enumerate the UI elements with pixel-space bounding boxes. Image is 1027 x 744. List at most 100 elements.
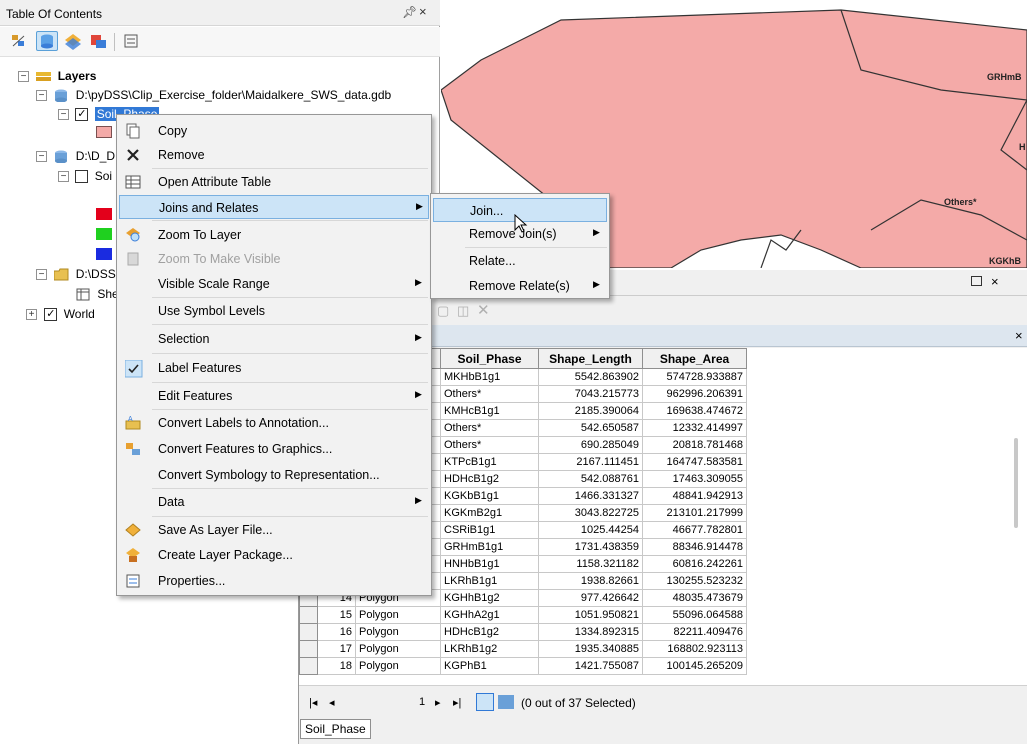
close-icon[interactable]: × xyxy=(419,4,427,19)
cell-oid[interactable]: 15 xyxy=(317,606,356,624)
tree-folder-row[interactable]: − D:\DSS xyxy=(36,264,116,284)
cell-soil-phase[interactable]: Others* xyxy=(440,419,539,437)
cell-soil-phase[interactable]: HDHcB1g2 xyxy=(440,623,539,641)
table-row[interactable]: 15 Polygon KGHhA2g1 1051.950821 55096.064588 xyxy=(299,606,747,624)
pin-icon[interactable]: 📌︎ xyxy=(402,5,417,19)
soil2-label[interactable]: Soi xyxy=(95,169,112,183)
cell-shape-area[interactable]: 962996.206391 xyxy=(642,385,747,403)
cell-shape-area[interactable]: 164747.583581 xyxy=(642,453,747,471)
world-label[interactable]: World xyxy=(64,307,95,321)
cell-shape-length[interactable]: 1158.321182 xyxy=(538,555,643,573)
previous-record-icon[interactable]: ◂ xyxy=(329,696,335,709)
options-icon[interactable] xyxy=(120,31,142,51)
list-by-drawing-order-icon[interactable] xyxy=(10,31,32,51)
cell-soil-phase[interactable]: MKHbB1g1 xyxy=(440,368,539,386)
tree-sheet-row[interactable]: She xyxy=(76,284,119,304)
cell-shape-length[interactable]: 1935.340885 xyxy=(538,640,643,658)
cell-soil-phase[interactable]: HDHcB1g2 xyxy=(440,470,539,488)
record-number[interactable]: 1 xyxy=(419,696,425,708)
cell-shape-length[interactable]: 1025.44254 xyxy=(538,521,643,539)
cell-soil-phase[interactable]: KGKmB2g1 xyxy=(440,504,539,522)
cell-soil-phase[interactable]: CSRiB1g1 xyxy=(440,521,539,539)
cell-shape[interactable]: Polygon xyxy=(355,606,441,624)
soil-symbol-swatch[interactable] xyxy=(96,126,112,138)
show-selected-records-icon[interactable] xyxy=(498,695,514,709)
cell-soil-phase[interactable]: KMHcB1g1 xyxy=(440,402,539,420)
cell-shape[interactable]: Polygon xyxy=(355,640,441,658)
submenu-item-relate[interactable]: Relate... xyxy=(433,249,607,273)
menu-item-open-attribute-table[interactable]: Open Attribute Table xyxy=(119,170,429,194)
cell-soil-phase[interactable]: KGKbB1g1 xyxy=(440,487,539,505)
menu-item-zoom-to-make-visible[interactable]: Zoom To Make Visible xyxy=(119,247,429,271)
table-row[interactable]: 17 Polygon LKRhB1g2 1935.340885 168802.92311… xyxy=(299,640,747,658)
menu-item-visible-scale-range[interactable]: Visible Scale Range ▶ xyxy=(119,272,429,296)
delete-selected-icon[interactable]: ✕ xyxy=(477,301,490,319)
cell-soil-phase[interactable]: KGHhB1g2 xyxy=(440,589,539,607)
menu-item-save-as-layer-file[interactable]: Save As Layer File... xyxy=(119,518,429,542)
cell-shape-area[interactable]: 17463.309055 xyxy=(642,470,747,488)
cell-shape-length[interactable]: 542.650587 xyxy=(538,419,643,437)
cell-soil-phase[interactable]: KTPcB1g1 xyxy=(440,453,539,471)
collapse-icon[interactable]: − xyxy=(18,71,29,83)
list-by-selection-icon[interactable] xyxy=(88,31,110,51)
menu-item-joins-and-relates[interactable]: Joins and Relates ▶ xyxy=(119,195,429,219)
cell-soil-phase[interactable]: LKRhB1g2 xyxy=(440,640,539,658)
submenu-item-remove-relate-s[interactable]: Remove Relate(s) ▶ xyxy=(433,274,607,298)
tree-layers-row[interactable]: − Layers xyxy=(18,66,96,86)
layer-visibility-checkbox[interactable]: ✓ xyxy=(75,108,89,122)
row-selector[interactable] xyxy=(299,657,318,675)
cell-shape-area[interactable]: 574728.933887 xyxy=(642,368,747,386)
collapse-icon[interactable]: − xyxy=(58,109,69,121)
maximize-icon[interactable] xyxy=(971,276,982,286)
cell-shape-length[interactable]: 690.285049 xyxy=(538,436,643,454)
cell-shape-area[interactable]: 82211.409476 xyxy=(642,623,747,641)
cell-shape-length[interactable]: 1466.331327 xyxy=(538,487,643,505)
row-selector[interactable] xyxy=(299,606,318,624)
column-header-shape-length[interactable]: Shape_Length xyxy=(538,348,643,369)
cell-shape-area[interactable]: 100145.265209 xyxy=(642,657,747,675)
cell-shape-area[interactable]: 169638.474672 xyxy=(642,402,747,420)
menu-item-convert-features-to-graphics[interactable]: Convert Features to Graphics... xyxy=(119,437,429,461)
cell-shape-length[interactable]: 1731.438359 xyxy=(538,538,643,556)
table-row[interactable]: 16 Polygon HDHcB1g2 1334.892315 82211.409476 xyxy=(299,623,747,641)
tab-soil-phase[interactable]: Soil_Phase xyxy=(300,719,371,739)
collapse-icon[interactable]: − xyxy=(36,90,47,102)
cell-shape-area[interactable]: 60816.242261 xyxy=(642,555,747,573)
cell-shape[interactable]: Polygon xyxy=(355,657,441,675)
cell-shape-area[interactable]: 213101.217999 xyxy=(642,504,747,522)
cell-shape-length[interactable]: 542.088761 xyxy=(538,470,643,488)
tree-soil2-row[interactable]: − Soi xyxy=(58,166,112,186)
cell-shape-area[interactable]: 12332.414997 xyxy=(642,419,747,437)
cell-shape-length[interactable]: 7043.215773 xyxy=(538,385,643,403)
cell-soil-phase[interactable]: Others* xyxy=(440,385,539,403)
menu-item-zoom-to-layer[interactable]: Zoom To Layer xyxy=(119,223,429,247)
cell-shape-area[interactable]: 55096.064588 xyxy=(642,606,747,624)
cell-shape-area[interactable]: 48035.473679 xyxy=(642,589,747,607)
menu-item-use-symbol-levels[interactable]: Use Symbol Levels xyxy=(119,299,429,323)
column-header-shape-area[interactable]: Shape_Area xyxy=(642,348,747,369)
cell-shape-area[interactable]: 168802.923113 xyxy=(642,640,747,658)
vertical-scrollbar[interactable] xyxy=(1014,438,1018,528)
cell-shape-length[interactable]: 3043.822725 xyxy=(538,504,643,522)
cell-soil-phase[interactable]: GRHmB1g1 xyxy=(440,538,539,556)
switch-selection-icon[interactable]: ▢ xyxy=(437,303,449,319)
menu-item-copy[interactable]: Copy xyxy=(119,119,429,143)
menu-item-create-layer-package[interactable]: Create Layer Package... xyxy=(119,543,429,567)
cell-shape[interactable]: Polygon xyxy=(355,623,441,641)
table-row[interactable]: 18 Polygon KGPhB1 1421.755087 100145.265209 xyxy=(299,657,747,675)
cell-shape-length[interactable]: 1051.950821 xyxy=(538,606,643,624)
menu-item-properties[interactable]: Properties... xyxy=(119,569,429,593)
tree-world-row[interactable]: + ✓ World xyxy=(26,304,95,324)
cell-soil-phase[interactable]: KGPhB1 xyxy=(440,657,539,675)
cell-shape-length[interactable]: 2167.111451 xyxy=(538,453,643,471)
cell-oid[interactable]: 18 xyxy=(317,657,356,675)
last-record-icon[interactable]: ▸| xyxy=(453,696,461,709)
collapse-icon[interactable]: − xyxy=(58,171,69,183)
collapse-icon[interactable]: − xyxy=(36,151,47,163)
layer-visibility-checkbox[interactable]: ✓ xyxy=(44,308,58,322)
cell-shape-length[interactable]: 5542.863902 xyxy=(538,368,643,386)
menu-item-data[interactable]: Data ▶ xyxy=(119,490,429,514)
cell-shape-length[interactable]: 1334.892315 xyxy=(538,623,643,641)
cell-shape-area[interactable]: 20818.781468 xyxy=(642,436,747,454)
row-selector[interactable] xyxy=(299,640,318,658)
